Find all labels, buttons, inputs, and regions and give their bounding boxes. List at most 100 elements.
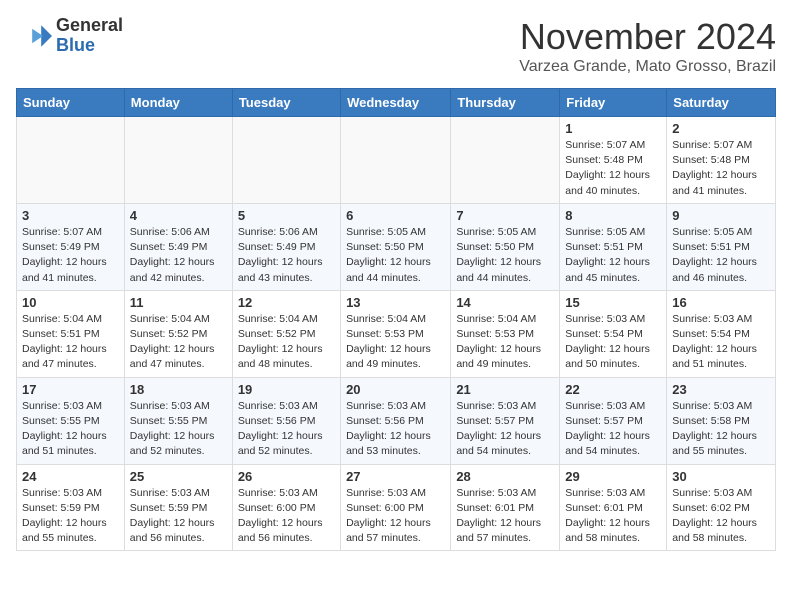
day-info: Sunrise: 5:03 AM Sunset: 5:54 PM Dayligh… (565, 312, 661, 373)
day-info: Sunrise: 5:03 AM Sunset: 5:55 PM Dayligh… (22, 399, 119, 460)
calendar-cell: 3 Sunrise: 5:07 AM Sunset: 5:49 PM Daylig… (17, 203, 125, 290)
day-number: 26 (238, 469, 335, 484)
calendar-cell: 7 Sunrise: 5:05 AM Sunset: 5:50 PM Daylig… (451, 203, 560, 290)
day-number: 23 (672, 382, 770, 397)
calendar-week-row: 3 Sunrise: 5:07 AM Sunset: 5:49 PM Daylig… (17, 203, 776, 290)
day-number: 10 (22, 295, 119, 310)
day-number: 14 (456, 295, 554, 310)
calendar-cell: 4 Sunrise: 5:06 AM Sunset: 5:49 PM Daylig… (124, 203, 232, 290)
weekday-header: Tuesday (232, 89, 340, 117)
day-number: 25 (130, 469, 227, 484)
weekday-header: Sunday (17, 89, 125, 117)
weekday-header: Saturday (667, 89, 776, 117)
day-number: 3 (22, 208, 119, 223)
month-title: November 2024 (519, 16, 776, 58)
day-info: Sunrise: 5:03 AM Sunset: 5:57 PM Dayligh… (456, 399, 554, 460)
day-info: Sunrise: 5:03 AM Sunset: 5:55 PM Dayligh… (130, 399, 227, 460)
day-info: Sunrise: 5:04 AM Sunset: 5:53 PM Dayligh… (346, 312, 445, 373)
title-block: November 2024 Varzea Grande, Mato Grosso… (519, 16, 776, 76)
day-info: Sunrise: 5:07 AM Sunset: 5:49 PM Dayligh… (22, 225, 119, 286)
day-info: Sunrise: 5:03 AM Sunset: 6:01 PM Dayligh… (565, 486, 661, 547)
calendar-cell: 20 Sunrise: 5:03 AM Sunset: 5:56 PM Dayli… (341, 377, 451, 464)
calendar-cell: 6 Sunrise: 5:05 AM Sunset: 5:50 PM Daylig… (341, 203, 451, 290)
calendar-cell: 21 Sunrise: 5:03 AM Sunset: 5:57 PM Dayli… (451, 377, 560, 464)
day-info: Sunrise: 5:05 AM Sunset: 5:50 PM Dayligh… (456, 225, 554, 286)
logo-text: General Blue (56, 16, 123, 56)
day-info: Sunrise: 5:06 AM Sunset: 5:49 PM Dayligh… (130, 225, 227, 286)
day-number: 22 (565, 382, 661, 397)
calendar-cell (232, 117, 340, 204)
location-title: Varzea Grande, Mato Grosso, Brazil (519, 58, 776, 76)
day-info: Sunrise: 5:03 AM Sunset: 6:02 PM Dayligh… (672, 486, 770, 547)
calendar-table: SundayMondayTuesdayWednesdayThursdayFrid… (16, 88, 776, 551)
day-number: 16 (672, 295, 770, 310)
day-number: 7 (456, 208, 554, 223)
calendar-cell: 26 Sunrise: 5:03 AM Sunset: 6:00 PM Dayli… (232, 464, 340, 551)
day-info: Sunrise: 5:05 AM Sunset: 5:51 PM Dayligh… (565, 225, 661, 286)
day-info: Sunrise: 5:05 AM Sunset: 5:51 PM Dayligh… (672, 225, 770, 286)
day-number: 15 (565, 295, 661, 310)
day-info: Sunrise: 5:03 AM Sunset: 5:59 PM Dayligh… (130, 486, 227, 547)
day-number: 4 (130, 208, 227, 223)
calendar-week-row: 1 Sunrise: 5:07 AM Sunset: 5:48 PM Daylig… (17, 117, 776, 204)
weekday-header: Wednesday (341, 89, 451, 117)
logo: General Blue (16, 16, 123, 56)
calendar-cell (17, 117, 125, 204)
day-number: 24 (22, 469, 119, 484)
day-number: 29 (565, 469, 661, 484)
day-info: Sunrise: 5:03 AM Sunset: 5:59 PM Dayligh… (22, 486, 119, 547)
day-info: Sunrise: 5:03 AM Sunset: 5:57 PM Dayligh… (565, 399, 661, 460)
calendar-cell (124, 117, 232, 204)
calendar-cell: 10 Sunrise: 5:04 AM Sunset: 5:51 PM Dayli… (17, 290, 125, 377)
day-info: Sunrise: 5:04 AM Sunset: 5:51 PM Dayligh… (22, 312, 119, 373)
day-info: Sunrise: 5:04 AM Sunset: 5:52 PM Dayligh… (130, 312, 227, 373)
calendar-cell (341, 117, 451, 204)
calendar-cell: 13 Sunrise: 5:04 AM Sunset: 5:53 PM Dayli… (341, 290, 451, 377)
day-number: 27 (346, 469, 445, 484)
calendar-cell: 5Sunrise: 5:06 AM Sunset: 5:49 PM Daylig… (232, 203, 340, 290)
weekday-header: Monday (124, 89, 232, 117)
calendar-cell: 28Sunrise: 5:03 AM Sunset: 6:01 PM Dayli… (451, 464, 560, 551)
day-number: 13 (346, 295, 445, 310)
logo-icon (16, 18, 52, 54)
calendar-cell (451, 117, 560, 204)
day-number: 1 (565, 121, 661, 136)
day-number: 2 (672, 121, 770, 136)
day-info: Sunrise: 5:03 AM Sunset: 6:01 PM Dayligh… (456, 486, 554, 547)
calendar-cell: 22 Sunrise: 5:03 AM Sunset: 5:57 PM Dayli… (560, 377, 667, 464)
day-info: Sunrise: 5:03 AM Sunset: 6:00 PM Dayligh… (346, 486, 445, 547)
day-info: Sunrise: 5:03 AM Sunset: 5:56 PM Dayligh… (238, 399, 335, 460)
calendar-week-row: 10 Sunrise: 5:04 AM Sunset: 5:51 PM Dayli… (17, 290, 776, 377)
calendar-cell: 1 Sunrise: 5:07 AM Sunset: 5:48 PM Daylig… (560, 117, 667, 204)
calendar-cell: 29 Sunrise: 5:03 AM Sunset: 6:01 PM Dayli… (560, 464, 667, 551)
day-number: 19 (238, 382, 335, 397)
day-info: Sunrise: 5:05 AM Sunset: 5:50 PM Dayligh… (346, 225, 445, 286)
day-number: 11 (130, 295, 227, 310)
day-info: Sunrise: 5:07 AM Sunset: 5:48 PM Dayligh… (672, 138, 770, 199)
weekday-header: Thursday (451, 89, 560, 117)
calendar-cell: 23 Sunrise: 5:03 AM Sunset: 5:58 PM Dayli… (667, 377, 776, 464)
day-info: Sunrise: 5:03 AM Sunset: 5:54 PM Dayligh… (672, 312, 770, 373)
calendar-cell: 2 Sunrise: 5:07 AM Sunset: 5:48 PM Daylig… (667, 117, 776, 204)
day-info: Sunrise: 5:06 AM Sunset: 5:49 PM Dayligh… (238, 225, 335, 286)
day-info: Sunrise: 5:03 AM Sunset: 5:58 PM Dayligh… (672, 399, 770, 460)
day-number: 18 (130, 382, 227, 397)
calendar-cell: 9 Sunrise: 5:05 AM Sunset: 5:51 PM Daylig… (667, 203, 776, 290)
calendar-cell: 17Sunrise: 5:03 AM Sunset: 5:55 PM Dayli… (17, 377, 125, 464)
calendar-cell: 8Sunrise: 5:05 AM Sunset: 5:51 PM Daylig… (560, 203, 667, 290)
calendar-cell: 25 Sunrise: 5:03 AM Sunset: 5:59 PM Dayli… (124, 464, 232, 551)
day-number: 9 (672, 208, 770, 223)
calendar-week-row: 17Sunrise: 5:03 AM Sunset: 5:55 PM Dayli… (17, 377, 776, 464)
calendar-week-row: 24 Sunrise: 5:03 AM Sunset: 5:59 PM Dayli… (17, 464, 776, 551)
calendar-cell: 27 Sunrise: 5:03 AM Sunset: 6:00 PM Dayli… (341, 464, 451, 551)
day-info: Sunrise: 5:07 AM Sunset: 5:48 PM Dayligh… (565, 138, 661, 199)
day-number: 20 (346, 382, 445, 397)
calendar-cell: 15 Sunrise: 5:03 AM Sunset: 5:54 PM Dayli… (560, 290, 667, 377)
day-number: 30 (672, 469, 770, 484)
day-info: Sunrise: 5:03 AM Sunset: 6:00 PM Dayligh… (238, 486, 335, 547)
day-info: Sunrise: 5:04 AM Sunset: 5:53 PM Dayligh… (456, 312, 554, 373)
day-info: Sunrise: 5:03 AM Sunset: 5:56 PM Dayligh… (346, 399, 445, 460)
day-number: 21 (456, 382, 554, 397)
day-number: 12 (238, 295, 335, 310)
day-number: 6 (346, 208, 445, 223)
